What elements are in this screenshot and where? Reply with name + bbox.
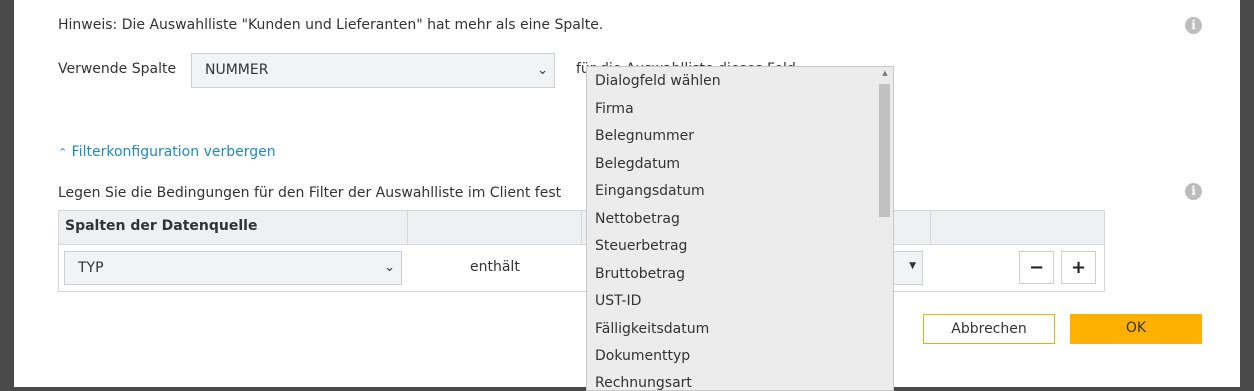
notice-text: Hinweis: Die Auswahlliste "Kunden und Li… — [58, 17, 604, 33]
header-divider — [581, 211, 582, 244]
header-divider — [407, 211, 408, 244]
filter-column-select[interactable]: TYP ⌄ — [64, 251, 402, 285]
dropdown-item[interactable]: Belegnummer — [595, 128, 694, 144]
table-header-columns: Spalten der Datenquelle — [65, 218, 258, 234]
dropdown-item[interactable]: Dialogfeld wählen — [595, 73, 721, 89]
dropdown-item[interactable]: UST-ID — [595, 293, 641, 309]
scroll-thumb[interactable] — [879, 84, 890, 217]
table-header-row: Spalten der Datenquelle — [59, 211, 1104, 245]
header-divider — [930, 211, 931, 244]
chevron-down-icon: ⌄ — [384, 260, 395, 275]
filter-toggle-label: Filterkonfiguration verbergen — [71, 144, 276, 160]
dropdown-item[interactable]: Steuerbetrag — [595, 238, 687, 254]
dropdown-item[interactable]: Rechnungsart — [595, 375, 692, 390]
filter-toggle-link[interactable]: ⌃ Filterkonfiguration verbergen — [58, 144, 276, 160]
info-icon[interactable]: i — [1185, 183, 1202, 200]
dropdown-item[interactable]: Eingangsdatum — [595, 183, 705, 199]
filter-column-value: TYP — [78, 260, 104, 276]
dropdown-item[interactable]: Fälligkeitsdatum — [595, 321, 709, 337]
cancel-button[interactable]: Abbrechen — [923, 314, 1055, 344]
scroll-up-arrow-icon[interactable]: ▲ — [877, 69, 893, 77]
dropdown-item[interactable]: Firma — [595, 101, 634, 117]
ok-button[interactable]: OK — [1070, 314, 1202, 344]
column-label: Verwende Spalte — [58, 61, 177, 77]
remove-condition-button[interactable]: − — [1019, 251, 1054, 284]
dropdown-item[interactable]: Nettobetrag — [595, 211, 680, 227]
chevron-down-icon: ⌄ — [537, 63, 548, 78]
chevron-up-icon: ⌃ — [58, 146, 68, 159]
add-condition-button[interactable]: + — [1061, 251, 1096, 284]
chevron-down-icon: ▼ — [909, 261, 916, 271]
dropdown-scrollbar[interactable]: ▲ — [877, 67, 893, 390]
filter-description: Legen Sie die Bedingungen für den Filter… — [58, 185, 562, 201]
column-select[interactable]: NUMMER ⌄ — [191, 53, 555, 88]
filter-operator: enthält — [470, 259, 520, 275]
filter-table: Spalten der Datenquelle TYP ⌄ enthält ▼ … — [58, 210, 1105, 292]
column-select-value: NUMMER — [205, 62, 269, 78]
column-dropdown-list[interactable]: Dialogfeld wählen Firma Belegnummer Bele… — [586, 66, 894, 391]
info-icon[interactable]: i — [1185, 17, 1202, 34]
dropdown-item[interactable]: Bruttobetrag — [595, 266, 685, 282]
dropdown-item[interactable]: Dokumenttyp — [595, 348, 690, 364]
dropdown-item[interactable]: Belegdatum — [595, 156, 680, 172]
